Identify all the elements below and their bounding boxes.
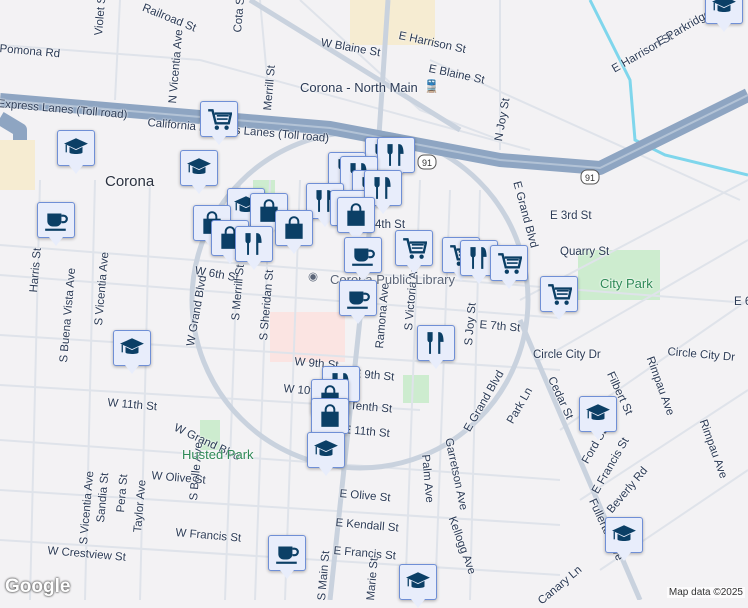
- google-logo: Google: [5, 576, 71, 597]
- marker-school[interactable]: [705, 0, 743, 32]
- coffee-icon: [347, 291, 370, 309]
- marker-school[interactable]: [113, 330, 151, 374]
- shield-91-a: 91: [417, 154, 437, 170]
- school-icon: [187, 158, 211, 174]
- marker-coffee[interactable]: [344, 237, 382, 281]
- marker-shopping-bag[interactable]: [337, 197, 375, 241]
- shopping-bag-icon: [285, 216, 303, 239]
- marker-shopping-cart[interactable]: [395, 230, 433, 274]
- city-park-label[interactable]: City Park: [600, 276, 653, 291]
- train-station-icon[interactable]: 🚆: [424, 79, 439, 93]
- marker-school[interactable]: [579, 396, 617, 440]
- shopping-cart-icon: [403, 238, 427, 259]
- shopping-bag-icon: [347, 203, 365, 226]
- shopping-cart-icon: [208, 109, 232, 130]
- svg-text:91: 91: [422, 158, 432, 168]
- coffee-icon: [352, 248, 375, 266]
- shopping-cart-icon: [548, 284, 572, 305]
- street-label: Quarry St: [560, 246, 610, 258]
- marker-shopping-cart[interactable]: [540, 276, 578, 320]
- marker-school[interactable]: [399, 564, 437, 608]
- restaurant-icon: [427, 332, 444, 354]
- svg-text:91: 91: [585, 173, 595, 183]
- marker-shopping-bag[interactable]: [275, 210, 313, 254]
- school-icon: [120, 338, 144, 354]
- marker-shopping-bag[interactable]: [311, 398, 349, 442]
- marker-coffee[interactable]: [339, 280, 377, 324]
- coffee-icon: [45, 213, 68, 231]
- marker-shopping-cart[interactable]: [200, 101, 238, 145]
- street-label: Circle City Dr: [533, 349, 601, 361]
- coffee-icon: [276, 546, 299, 564]
- marker-school[interactable]: [307, 432, 345, 476]
- marker-restaurant[interactable]: [235, 226, 273, 270]
- marker-restaurant[interactable]: [377, 137, 415, 181]
- shopping-cart-icon: [498, 253, 522, 274]
- school-icon: [586, 404, 610, 420]
- restaurant-icon: [470, 247, 487, 269]
- school-icon: [406, 572, 430, 588]
- marker-school[interactable]: [57, 130, 95, 174]
- marker-coffee[interactable]: [268, 535, 306, 579]
- school-icon: [314, 440, 338, 456]
- marker-school[interactable]: [180, 150, 218, 194]
- restaurant-icon: [387, 144, 404, 166]
- shield-91-b: 91: [580, 169, 600, 185]
- library-icon[interactable]: ◉: [308, 269, 318, 283]
- marker-coffee[interactable]: [37, 202, 75, 246]
- city-label: Corona: [105, 173, 155, 190]
- husted-park-label[interactable]: Husted Park: [182, 447, 254, 462]
- street-label: E 6th St: [734, 296, 748, 308]
- marker-school[interactable]: [605, 517, 643, 561]
- school-icon: [64, 138, 88, 154]
- station-label[interactable]: Corona - North Main: [300, 80, 418, 95]
- school-icon: [612, 525, 636, 541]
- shopping-bag-icon: [321, 404, 339, 427]
- map-attribution[interactable]: Map data ©2025: [666, 587, 745, 598]
- marker-restaurant[interactable]: [417, 325, 455, 369]
- restaurant-icon: [245, 233, 262, 255]
- street-label: E 3rd St: [550, 210, 592, 222]
- marker-shopping-cart[interactable]: [490, 245, 528, 289]
- school-icon: [712, 0, 736, 12]
